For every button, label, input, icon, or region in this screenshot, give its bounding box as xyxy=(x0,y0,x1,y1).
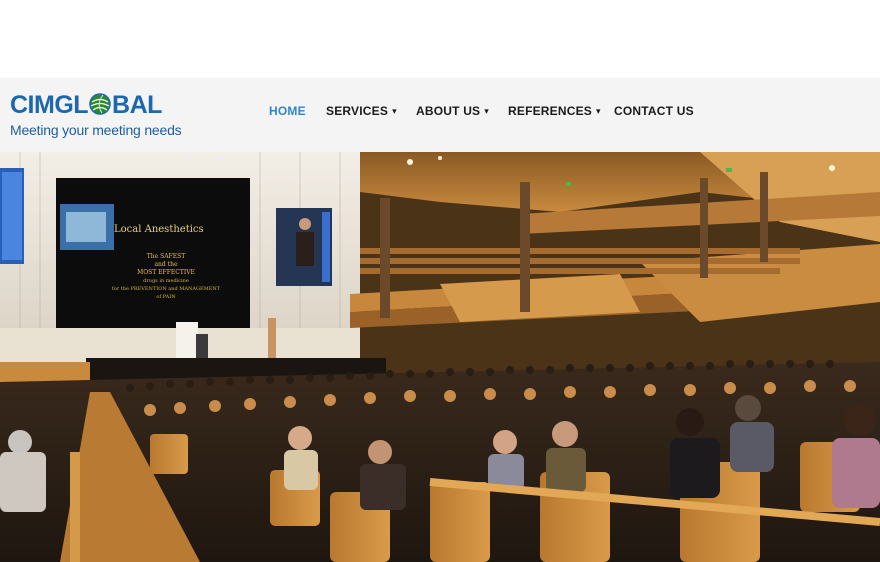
screen-title: Local Anesthetics xyxy=(114,224,204,235)
nav-services-label: SERVICES xyxy=(326,104,389,118)
conference-hall-illustration: Local Anesthetics The SAFEST and the MOS… xyxy=(0,152,880,562)
nav-references[interactable]: REFERENCES ▾ xyxy=(508,104,601,118)
nav-home[interactable]: HOME xyxy=(269,104,306,118)
nav-contact-us-label: CONTACT US xyxy=(614,104,694,118)
screen-line-1: The SAFEST xyxy=(147,253,185,260)
nav-services[interactable]: SERVICES ▾ xyxy=(326,104,397,118)
site-header: CIMGL BAL Meeting your meeting needs HOM… xyxy=(0,78,880,152)
screen-line-2: and the xyxy=(154,261,177,268)
nav-references-label: REFERENCES xyxy=(508,104,593,118)
nav-about-us[interactable]: ABOUT US ▾ xyxy=(416,104,489,118)
caret-down-icon: ▾ xyxy=(392,106,397,116)
screen-line-6: of PAIN xyxy=(156,294,176,300)
main-nav: HOME SERVICES ▾ ABOUT US ▾ REFERENCES ▾ CON… xyxy=(0,104,880,124)
nav-contact-us[interactable]: CONTACT US xyxy=(614,104,694,118)
logo-tagline: Meeting your meeting needs xyxy=(10,122,182,138)
caret-down-icon: ▾ xyxy=(596,106,601,116)
screen-line-5: for the PREVENTION and MANAGEMENT xyxy=(112,286,221,292)
screen-line-3: MOST EFFECTIVE xyxy=(137,269,195,276)
caret-down-icon: ▾ xyxy=(484,106,489,116)
nav-about-us-label: ABOUT US xyxy=(416,104,481,118)
hero-image-conference-hall: Local Anesthetics The SAFEST and the MOS… xyxy=(0,152,880,562)
screen-line-4: drugs in medicine xyxy=(143,278,189,284)
top-whitespace xyxy=(0,0,880,78)
nav-home-label: HOME xyxy=(269,104,306,118)
